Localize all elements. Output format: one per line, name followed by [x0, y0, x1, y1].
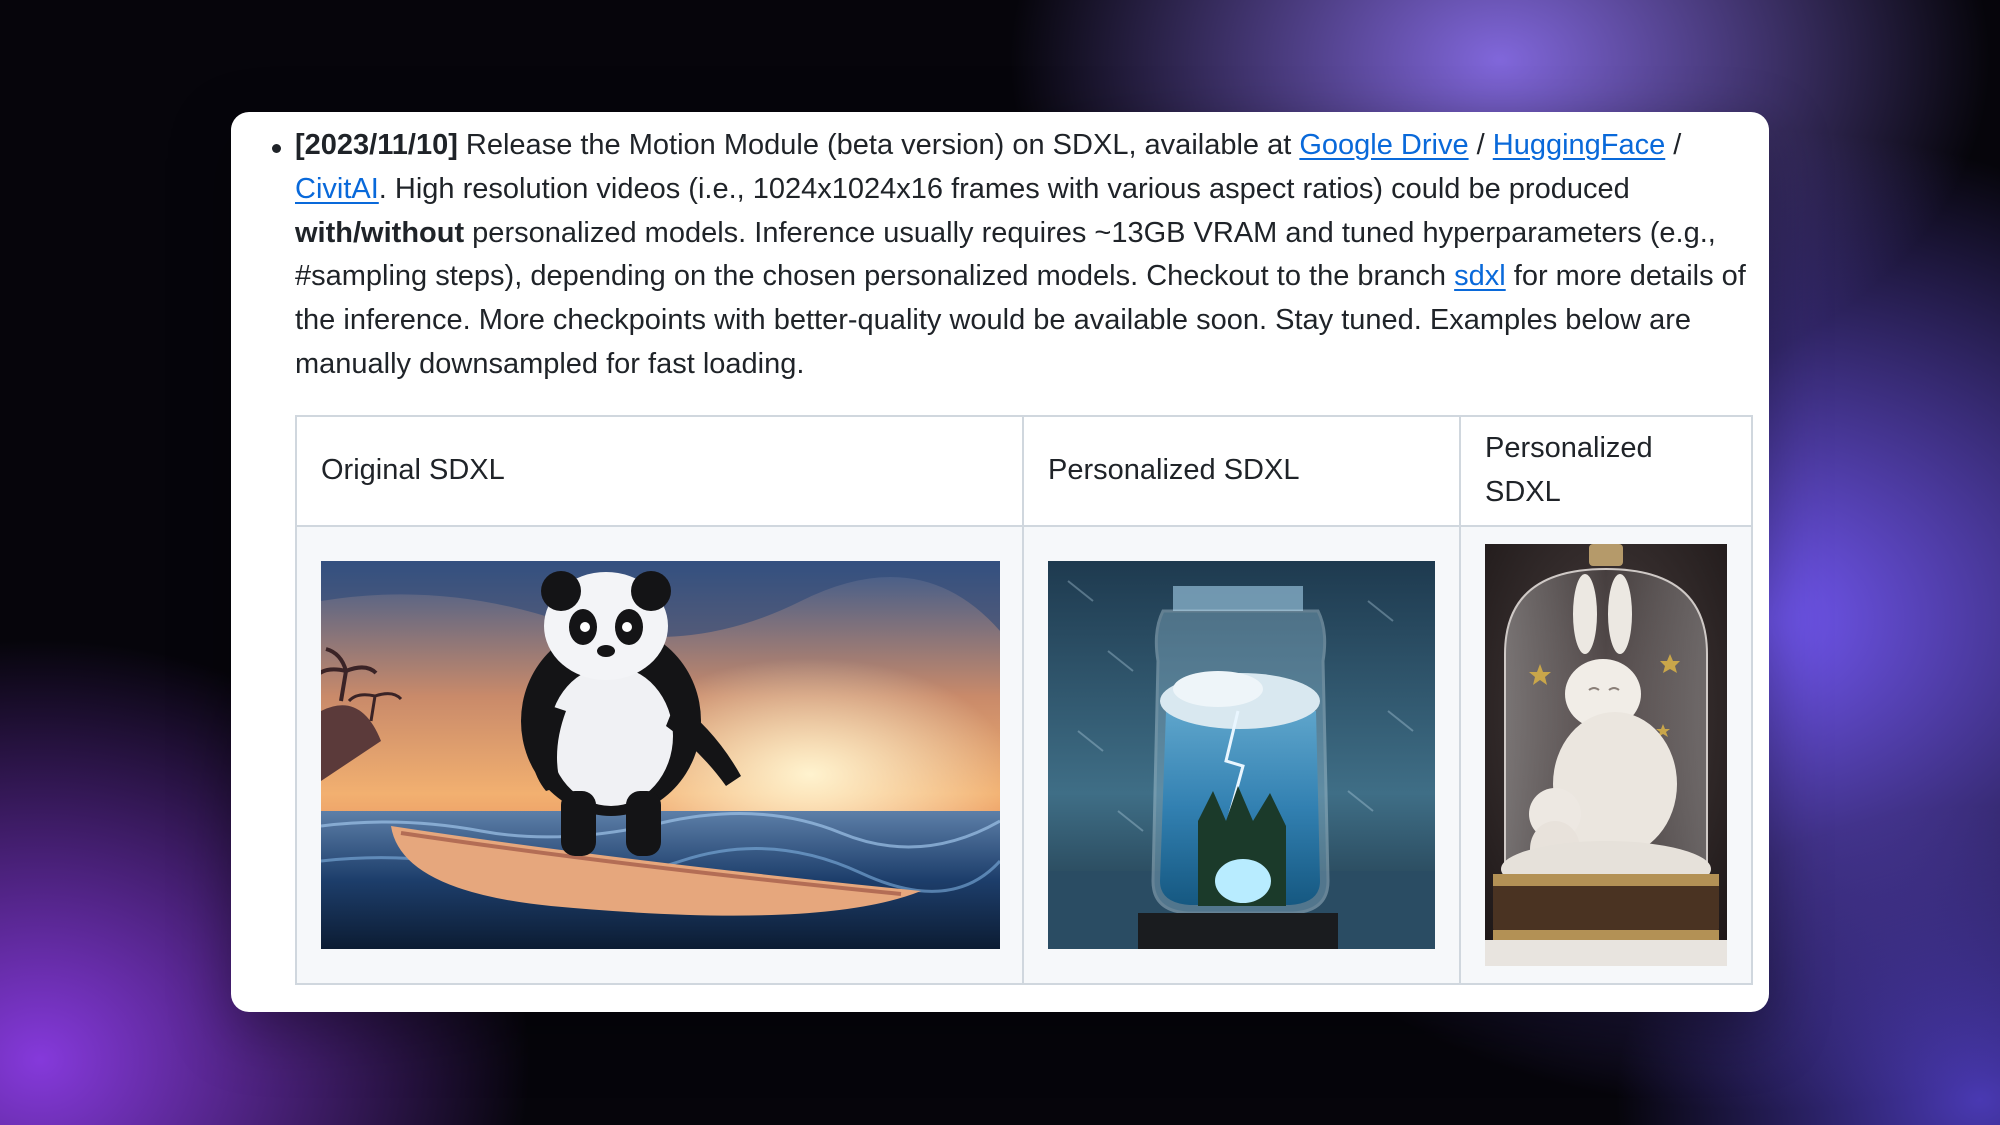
table-row [295, 525, 1753, 985]
cell-panda [295, 525, 1024, 985]
jar-storm-image[interactable] [1048, 561, 1435, 949]
separator-2: / [1665, 129, 1682, 161]
header-original-sdxl: Original SDXL [295, 415, 1024, 527]
release-text-2: . High resolution videos (i.e., 1024x102… [378, 172, 1630, 205]
cell-jar [1022, 525, 1461, 985]
rabbit-figurine-image[interactable] [1485, 544, 1727, 966]
table-header-row: Original SDXL Personalized SDXL Personal… [295, 415, 1753, 527]
separator-1: / [1468, 129, 1493, 161]
civitai-link[interactable]: CivitAI [295, 173, 379, 205]
header-personalized-sdxl-2: Personalized SDXL [1459, 415, 1753, 527]
readme-card: [2023/11/10] Release the Motion Module (… [231, 112, 1769, 1012]
list-bullet [272, 144, 281, 153]
google-drive-link[interactable]: Google Drive [1299, 129, 1468, 161]
sdxl-branch-link[interactable]: sdxl [1454, 260, 1506, 292]
header-personalized-sdxl-1: Personalized SDXL [1022, 415, 1461, 527]
cell-rabbit [1459, 525, 1753, 985]
release-note: [2023/11/10] Release the Motion Module (… [295, 124, 1747, 387]
examples-table: Original SDXL Personalized SDXL Personal… [295, 415, 1753, 985]
release-date: [2023/11/10] [295, 129, 458, 161]
panda-surfing-image[interactable] [321, 561, 1000, 949]
release-text-1: Release the Motion Module (beta version)… [457, 129, 1300, 161]
huggingface-link[interactable]: HuggingFace [1493, 129, 1666, 161]
with-without-bold: with/without [295, 216, 465, 249]
